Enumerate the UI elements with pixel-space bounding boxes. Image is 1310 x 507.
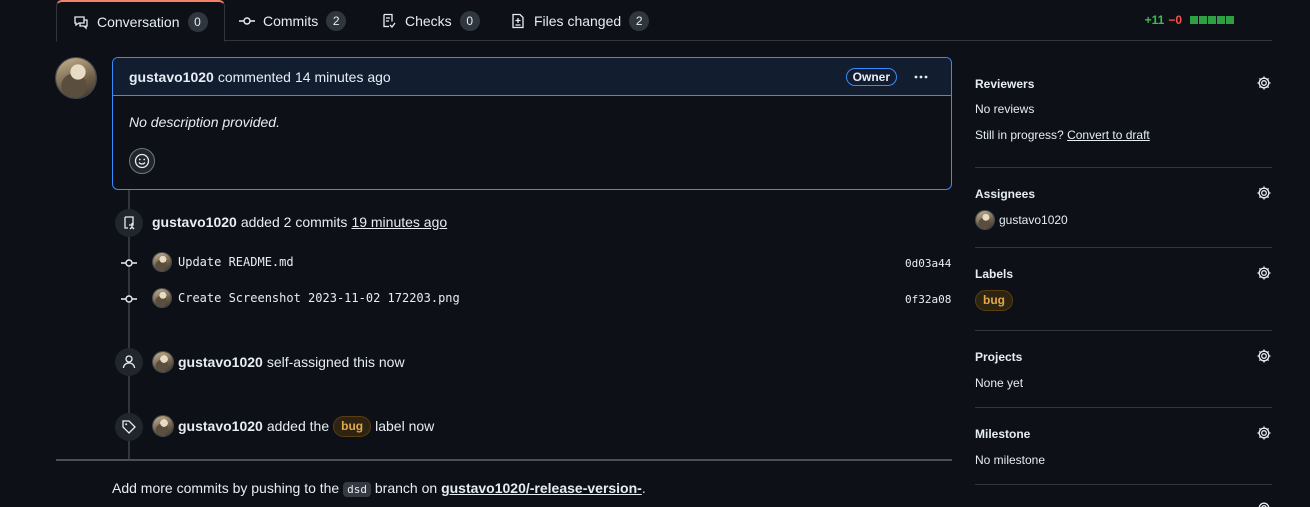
tab-checks[interactable]: Checks 0 (365, 0, 496, 41)
person-icon (115, 348, 143, 376)
pr-description-comment: gustavo1020 commented 14 minutes ago Own… (112, 57, 952, 190)
sidebar-divider (975, 407, 1272, 408)
comment-header: gustavo1020 commented 14 minutes ago Own… (113, 58, 951, 96)
reviewers-value: No reviews (975, 102, 1035, 116)
comment-author[interactable]: gustavo1020 (129, 69, 214, 85)
avatar[interactable] (152, 351, 174, 373)
gear-icon[interactable] (1256, 348, 1272, 364)
assignees-title[interactable]: Assignees (975, 187, 1035, 201)
diffstat-deletions: −0 (1168, 13, 1182, 27)
event-time[interactable]: 19 minutes ago (351, 214, 447, 230)
hint-text: branch on (374, 480, 438, 496)
assignee-name: gustavo1020 (999, 213, 1068, 227)
diffstat[interactable]: +11 −0 (1145, 13, 1234, 27)
event-author[interactable]: gustavo1020 (178, 354, 263, 370)
commit-message[interactable]: Update README.md (178, 255, 294, 269)
reviewers-title[interactable]: Reviewers (975, 77, 1034, 91)
repo-link[interactable]: gustavo1020/-release-version- (441, 480, 642, 496)
hint-text: Add more commits by pushing to the (112, 480, 340, 496)
event-text: added 2 commits (240, 214, 348, 230)
tab-commits[interactable]: Commits 2 (223, 0, 362, 41)
comment-discussion-icon (74, 15, 88, 30)
diffstat-additions: +11 (1144, 13, 1165, 27)
commits-event: gustavo1020 added 2 commits 19 minutes a… (152, 214, 447, 230)
gear-icon[interactable] (1256, 500, 1272, 507)
comment-body: No description provided. (129, 114, 280, 130)
avatar[interactable] (55, 57, 97, 99)
tag-icon (115, 413, 143, 441)
event-text: label now (375, 418, 435, 434)
tab-label: Conversation (97, 13, 180, 30)
label-bug[interactable]: bug (333, 415, 372, 437)
git-commit-icon (121, 259, 137, 267)
add-reaction-button[interactable] (129, 148, 155, 174)
tab-files-changed[interactable]: Files changed 2 (494, 0, 665, 41)
sidebar-divider (975, 484, 1272, 485)
projects-title[interactable]: Projects (975, 350, 1022, 364)
draft-hint-text: Still in progress? (975, 128, 1064, 142)
gear-icon[interactable] (1256, 425, 1272, 441)
diffstat-blocks (1190, 16, 1234, 24)
git-commit-icon (121, 295, 137, 303)
pr-tab-bar: Conversation 0 Commits 2 Checks 0 Files … (56, 0, 1272, 42)
comment-time[interactable]: 14 minutes ago (295, 69, 391, 85)
label-event: gustavo1020 added the bug label now (152, 415, 434, 437)
git-commit-icon (239, 16, 255, 25)
event-author[interactable]: gustavo1020 (152, 214, 237, 230)
commit-row: Create Screenshot 2023-11-02 172203.png (152, 288, 460, 308)
label-bug[interactable]: bug (975, 290, 1013, 311)
assignee-item[interactable]: gustavo1020 (975, 210, 1068, 230)
file-diff-icon (512, 13, 524, 28)
event-text: self-assigned this now (266, 354, 405, 370)
gear-icon[interactable] (1256, 265, 1272, 281)
avatar (975, 210, 995, 230)
gear-icon[interactable] (1256, 75, 1272, 91)
commit-sha[interactable]: 0f32a08 (905, 293, 951, 306)
tab-conversation[interactable]: Conversation 0 (56, 0, 225, 42)
kebab-menu-icon[interactable] (907, 65, 935, 89)
commit-sha[interactable]: 0d03a44 (905, 257, 951, 270)
avatar[interactable] (152, 415, 174, 437)
milestone-value: No milestone (975, 453, 1046, 467)
tab-counter: 0 (459, 10, 480, 31)
tab-label: Commits (263, 12, 319, 29)
push-hint: Add more commits by pushing to the dsd b… (112, 480, 646, 497)
milestone-title[interactable]: Milestone (975, 427, 1030, 441)
branch-name: dsd (343, 482, 371, 497)
tab-counter: 0 (187, 11, 208, 32)
event-text: added the (266, 418, 330, 434)
smiley-icon (134, 153, 150, 169)
convert-to-draft-link[interactable]: Convert to draft (1067, 128, 1150, 142)
draft-hint: Still in progress? Convert to draft (975, 128, 1150, 142)
comment-action: commented (217, 68, 291, 85)
avatar[interactable] (152, 252, 172, 272)
sidebar-divider (975, 167, 1272, 168)
projects-value: None yet (975, 376, 1024, 390)
tab-counter: 2 (326, 10, 347, 31)
checklist-icon (383, 13, 396, 28)
tab-label: Checks (405, 12, 452, 29)
sidebar-divider (975, 247, 1272, 248)
gear-icon[interactable] (1256, 185, 1272, 201)
commit-row: Update README.md (152, 252, 294, 272)
timeline-separator (56, 459, 952, 461)
hint-text: . (641, 480, 646, 496)
repo-push-icon (115, 209, 143, 237)
tab-label: Files changed (534, 12, 622, 29)
sidebar-divider (975, 330, 1272, 331)
assign-event: gustavo1020 self-assigned this now (152, 351, 405, 373)
event-author[interactable]: gustavo1020 (178, 418, 263, 434)
labels-title[interactable]: Labels (975, 267, 1013, 281)
avatar[interactable] (152, 288, 172, 308)
tab-counter: 2 (629, 10, 650, 31)
owner-badge: Owner (845, 67, 897, 86)
commit-message[interactable]: Create Screenshot 2023-11-02 172203.png (178, 291, 460, 305)
